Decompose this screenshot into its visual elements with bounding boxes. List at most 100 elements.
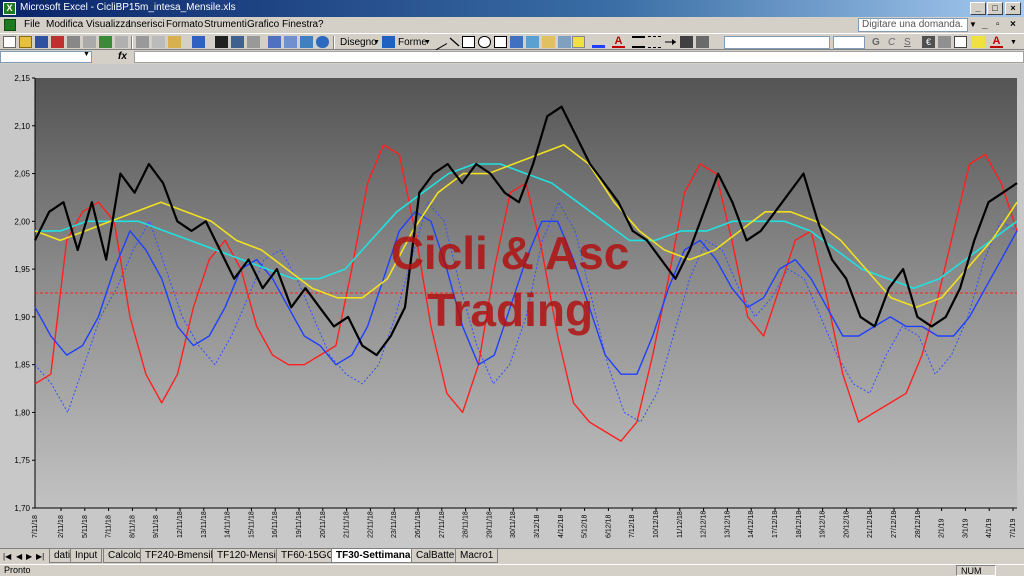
rectangle-icon[interactable]	[462, 36, 475, 48]
help-icon[interactable]	[316, 36, 329, 48]
diagram-icon[interactable]	[526, 36, 539, 48]
disegno-menu[interactable]: Disegno	[340, 37, 377, 48]
workbook-icon[interactable]	[4, 19, 16, 31]
italic-icon[interactable]: C	[888, 37, 895, 48]
prev-sheet-icon[interactable]: ◀	[16, 552, 22, 561]
window-title: Microsoft Excel - CicliBP15m_intesa_Mens…	[20, 2, 236, 13]
sort-asc-icon[interactable]	[268, 36, 281, 48]
hyperlink-icon[interactable]	[231, 36, 244, 48]
next-sheet-icon[interactable]: ▶	[26, 552, 32, 561]
maximize-button[interactable]: □	[987, 2, 1003, 15]
font-name-combo[interactable]	[724, 36, 830, 49]
chevron-down-icon[interactable]: ▼	[1010, 39, 1017, 46]
research-icon[interactable]	[115, 36, 128, 48]
sheet-tab-tf30-settimanale[interactable]: TF30-Settimanale	[331, 549, 424, 563]
doc-close-button[interactable]: ×	[1010, 19, 1016, 30]
line-icon[interactable]	[429, 33, 448, 51]
oval-icon[interactable]	[478, 36, 491, 48]
sheet-tab-input[interactable]: Input	[70, 549, 103, 563]
fill-color-icon[interactable]	[572, 36, 585, 48]
copy-icon[interactable]	[152, 36, 165, 48]
borders-icon[interactable]	[954, 36, 967, 48]
x-tick-label: 23/11/18	[391, 511, 398, 538]
textbox-icon[interactable]	[494, 36, 507, 48]
chart-wizard-icon[interactable]	[215, 36, 228, 48]
shadow-icon[interactable]	[680, 36, 693, 48]
print-preview-icon[interactable]	[83, 36, 96, 48]
cut-icon[interactable]	[136, 36, 149, 48]
x-tick-label: 28/12/18	[915, 511, 922, 538]
x-tick-label: 12/11/18	[177, 511, 184, 538]
x-tick-label: 6/12/18	[605, 515, 612, 538]
chart-sheet[interactable]: 2,15 2,10 2,05 2,00 1,95 1,90 1,85 1,80 1,75 1,70…	[0, 64, 1024, 548]
price-cycles-chart[interactable]: 2,15 2,10 2,05 2,00 1,95 1,90 1,85 1,80 1,75 1,70…	[0, 64, 1024, 548]
close-button[interactable]: ×	[1005, 2, 1021, 15]
menu-visualizza[interactable]: Visualizza	[86, 19, 131, 30]
x-tick-label: 13/12/18	[724, 511, 731, 538]
menu-file[interactable]: File	[24, 19, 40, 30]
picture-icon[interactable]	[558, 36, 571, 48]
paste-icon[interactable]	[168, 36, 181, 48]
dash-style-icon[interactable]	[648, 36, 661, 48]
sheet-tab-bar: |◀ ◀ ▶ ▶| dati Input Calcolo TF240-Bmensile…	[0, 548, 1024, 564]
doc-restore-button[interactable]: ▫	[996, 19, 1000, 30]
menu-formato[interactable]: Formato	[166, 19, 203, 30]
zoom-icon[interactable]	[300, 36, 313, 48]
sheet-tab-tf60-15gg[interactable]: TF60-15GG	[276, 549, 340, 563]
currency-icon[interactable]: €	[922, 36, 935, 48]
y-tick-label: 2,15	[14, 74, 30, 83]
x-tick-label: 3/1/19	[962, 518, 969, 538]
sheet-tab-macro1[interactable]: Macro1	[455, 549, 499, 563]
save-icon[interactable]	[35, 36, 48, 48]
line-style-icon[interactable]	[632, 36, 645, 48]
new-icon[interactable]	[3, 36, 16, 48]
wordart-icon[interactable]	[510, 36, 523, 48]
permission-icon[interactable]	[51, 36, 64, 48]
x-tick-label: 4/1/19	[986, 518, 993, 538]
chevron-down-icon[interactable]: ▼	[83, 51, 90, 58]
x-tick-label: 3/12/18	[534, 515, 541, 538]
sheet-tab-calbatte[interactable]: CalBatte	[411, 549, 460, 563]
3d-style-icon[interactable]	[696, 36, 709, 48]
doc-minimize-button[interactable]: _	[982, 19, 988, 30]
formula-input[interactable]	[134, 51, 1024, 63]
arrow-style-icon[interactable]	[664, 36, 677, 48]
first-sheet-icon[interactable]: |◀	[3, 552, 11, 561]
menu-grafico[interactable]: Grafico	[247, 19, 279, 30]
chevron-down-icon[interactable]: ▼	[969, 20, 977, 29]
sheet-tab-tf240-bmensile[interactable]: TF240-Bmensile	[140, 549, 224, 563]
x-tick-label: 16/11/18	[272, 511, 279, 538]
font-size-combo[interactable]	[833, 36, 865, 49]
autosum-icon[interactable]	[247, 36, 260, 48]
chevron-down-icon[interactable]: ▼	[373, 39, 380, 46]
menu-strumenti[interactable]: Strumenti	[204, 19, 247, 30]
sort-desc-icon[interactable]	[284, 36, 297, 48]
x-tick-label: 20/11/18	[320, 511, 327, 538]
forme-menu[interactable]: Forme	[398, 37, 427, 48]
name-box[interactable]	[0, 51, 92, 63]
spelling-icon[interactable]	[99, 36, 112, 48]
x-tick-label: 18/12/18	[796, 511, 803, 538]
percent-icon[interactable]	[938, 36, 951, 48]
font-color-icon[interactable]: A	[612, 36, 625, 48]
line-color-icon[interactable]	[592, 36, 605, 48]
print-icon[interactable]	[67, 36, 80, 48]
select-objects-icon[interactable]	[382, 36, 395, 48]
menu-modifica[interactable]: Modifica	[46, 19, 83, 30]
bold-icon[interactable]: G	[872, 37, 880, 48]
font-color-icon-2[interactable]: A	[990, 36, 1003, 48]
minimize-button[interactable]: _	[970, 2, 986, 15]
menu-inserisci[interactable]: Inserisci	[128, 19, 165, 30]
clipart-icon[interactable]	[542, 36, 555, 48]
menu-finestra[interactable]: Finestra	[282, 19, 318, 30]
last-sheet-icon[interactable]: ▶|	[36, 552, 44, 561]
x-tick-label: 7/11/18	[106, 515, 113, 538]
ask-question-input[interactable]: Digitare una domanda.	[858, 18, 968, 32]
undo-icon[interactable]	[192, 36, 205, 48]
fill-color-icon-2[interactable]	[972, 36, 985, 48]
open-icon[interactable]	[19, 36, 32, 48]
underline-icon[interactable]: S	[904, 37, 911, 48]
menu-help[interactable]: ?	[318, 19, 324, 30]
arrow-icon[interactable]	[448, 36, 461, 48]
fx-icon[interactable]: fx	[118, 51, 127, 62]
